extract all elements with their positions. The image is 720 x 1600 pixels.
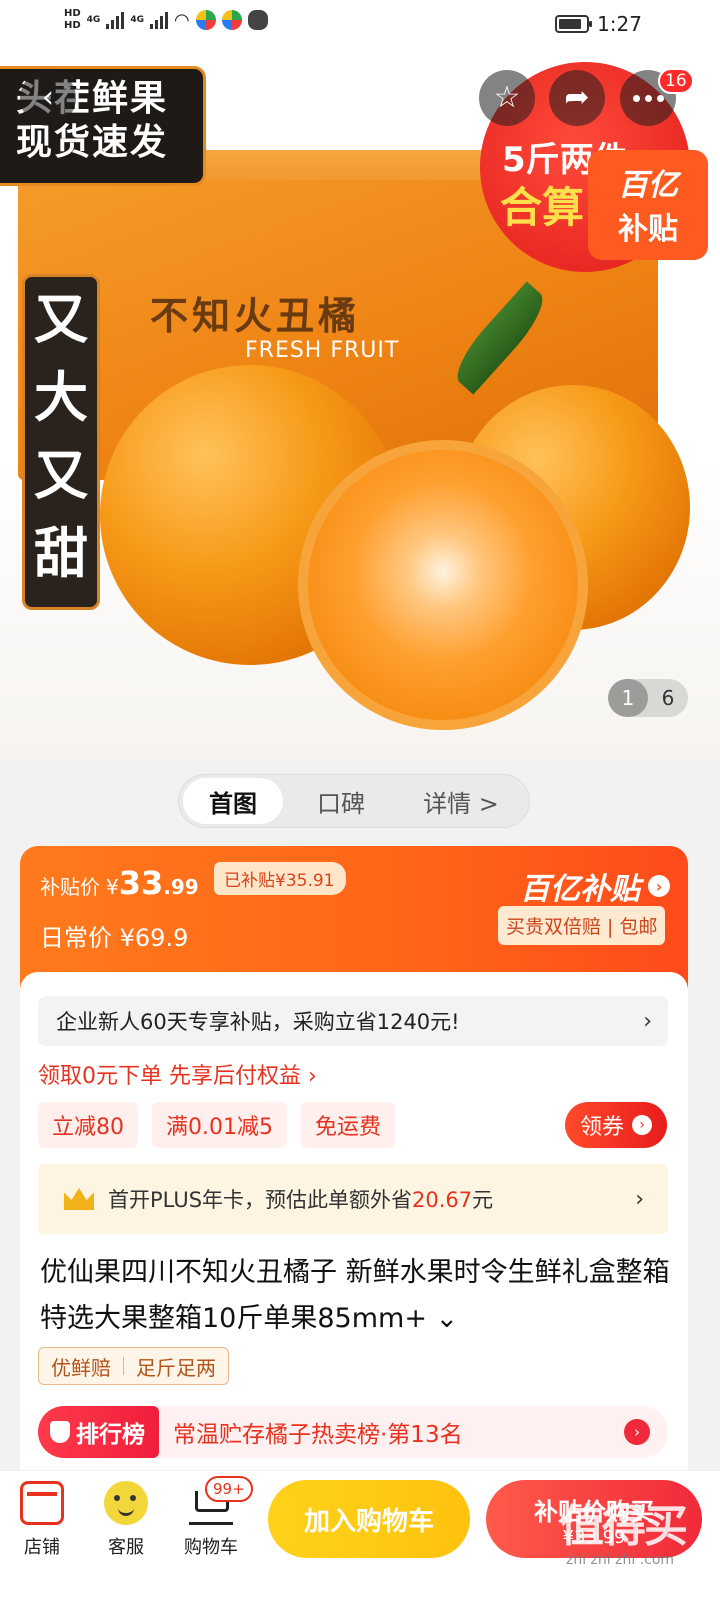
more-dots-icon <box>632 94 664 102</box>
coupon-tag[interactable]: 立减80 <box>38 1102 138 1148</box>
plus-saving-amount: 20.67 <box>412 1188 473 1212</box>
coupon-tag[interactable]: 免运费 <box>300 1102 395 1148</box>
subsidy-brand-label: 百亿补贴 <box>520 872 640 907</box>
store-icon <box>20 1481 64 1525</box>
subsidy-price-integer: 33 <box>118 864 164 902</box>
wifi-icon: ◠ <box>173 9 190 31</box>
daily-price-label: 日常价 <box>40 924 112 952</box>
chevron-right-icon: › <box>635 1186 644 1212</box>
wechat-icon <box>247 10 268 30</box>
app-notification-icon <box>195 10 216 30</box>
star-icon: ☆ <box>493 80 521 115</box>
share-button[interactable]: ➦ <box>549 70 605 126</box>
claim-coupon-label: 领券 <box>579 1115 624 1140</box>
network-type-label: 4G <box>130 15 144 25</box>
back-button[interactable]: ‹ <box>20 70 76 126</box>
vertical-char: 甜 <box>34 522 88 585</box>
customer-service-icon <box>104 1481 148 1525</box>
hd-indicators: HD HD <box>64 8 81 32</box>
feature-tag: 足斤足两 <box>136 1355 216 1380</box>
claim-coupon-button[interactable]: 领券 › <box>565 1102 667 1148</box>
cart-count-badge: 99+ <box>205 1476 253 1502</box>
chevron-right-icon: › <box>643 1008 652 1034</box>
daily-price-row: 日常价 ¥69.9 <box>40 918 188 953</box>
status-left: HD HD 4G 4G ◠ <box>64 8 268 32</box>
status-right: 1:27 <box>555 12 642 36</box>
plus-text-prefix: 首开PLUS年卡，预估此单额外省 <box>108 1188 413 1212</box>
store-label: 店铺 <box>24 1537 60 1558</box>
trophy-icon <box>50 1421 70 1443</box>
add-to-cart-button[interactable]: 加入购物车 <box>268 1480 470 1558</box>
box-subtitle: FRESH FRUIT <box>245 338 400 363</box>
cart-label: 购物车 <box>184 1537 238 1558</box>
battery-level <box>559 19 582 29</box>
chevron-right-icon: › <box>648 875 670 897</box>
customer-service-button[interactable]: 客服 <box>86 1481 166 1559</box>
product-title[interactable]: 优仙果四川不知火丑橘子 新鲜水果时令生鲜礼盒整箱 特选大果整箱10斤单果85mm… <box>40 1250 670 1342</box>
signal-icon <box>106 11 125 29</box>
clock: 1:27 <box>597 12 642 36</box>
coupon-list: 立减80 满0.01减5 免运费 <box>38 1102 395 1148</box>
plus-text-suffix: 元 <box>472 1188 494 1212</box>
hd-label: HD <box>64 20 81 31</box>
subsidy-price-label: 补贴价 <box>40 875 100 899</box>
pager-current: 1 <box>608 679 648 717</box>
subsidy-tag-line2: 补贴 <box>618 212 678 247</box>
subsidy-price-row: 补贴价 ¥ 33 .99 <box>40 864 199 902</box>
pay-later-link[interactable]: 领取0元下单 先享后付权益 › <box>38 1058 317 1090</box>
chevron-right-icon: › <box>632 1115 652 1135</box>
customer-service-label: 客服 <box>108 1537 144 1558</box>
feature-tags[interactable]: 优鲜赔 足斤足两 <box>38 1347 229 1385</box>
app-notification-icon <box>221 10 242 30</box>
vertical-char: 大 <box>34 366 88 429</box>
tab-details[interactable]: 详情 > <box>399 778 523 824</box>
image-pager: 1 6 <box>608 679 688 717</box>
subsidy-tag-line1: 百亿 <box>618 168 678 203</box>
feature-tag: 优鲜赔 <box>51 1355 111 1380</box>
ranking-bar[interactable]: 排行榜 常温贮存橘子热卖榜·第13名 › <box>38 1406 668 1458</box>
battery-icon <box>555 15 593 33</box>
promo-badge-vertical: 又 大 又 甜 <box>22 274 100 610</box>
daily-price: ¥69.9 <box>119 924 189 952</box>
halved-orange <box>298 440 588 730</box>
hd-label: HD <box>64 8 81 19</box>
promo-badge-line2: 现货速发 <box>16 122 169 163</box>
section-tabs: 首图 口碑 详情 > <box>178 774 530 828</box>
plus-membership-bar[interactable]: 首开PLUS年卡，预估此单额外省20.67元 › <box>38 1164 668 1234</box>
promo-circle-line2: 合算 <box>500 183 585 232</box>
network-type-label: 4G <box>86 15 101 25</box>
crown-icon <box>64 1188 94 1210</box>
ranking-text: 常温贮存橘子热卖榜·第13名 <box>173 1422 463 1448</box>
plus-membership-text: 首开PLUS年卡，预估此单额外省20.67元 <box>108 1184 635 1214</box>
tab-main-image[interactable]: 首图 <box>183 778 283 824</box>
subsidized-amount-badge: 已补贴¥35.91 <box>214 862 347 895</box>
status-bar: HD HD 4G 4G ◠ 1:27 <box>0 0 720 50</box>
subsidy-tag: 百亿 补贴 <box>588 150 708 260</box>
vertical-char: 又 <box>34 444 88 507</box>
ranking-badge-label: 排行榜 <box>76 1422 145 1448</box>
signal-icon <box>149 11 168 29</box>
enterprise-subsidy-bar[interactable]: 企业新人60天专享补贴，采购立省1240元! › <box>38 996 668 1046</box>
site-watermark-url: zhi zhi zhi .com <box>566 1552 675 1568</box>
enterprise-subsidy-text: 企业新人60天专享补贴，采购立省1240元! <box>56 1010 460 1034</box>
notification-count-badge: 16 <box>658 68 694 94</box>
store-button[interactable]: 店铺 <box>2 1481 82 1559</box>
chevron-right-icon: › <box>624 1419 650 1445</box>
tab-reviews[interactable]: 口碑 <box>283 778 399 824</box>
currency-symbol: ¥ <box>106 875 119 899</box>
box-product-name: 不知火丑橘 <box>150 293 361 338</box>
chevron-left-icon: ‹ <box>42 80 54 115</box>
coupon-tag[interactable]: 满0.01减5 <box>152 1102 287 1148</box>
product-info-card: 企业新人60天专享补贴，采购立省1240元! › 领取0元下单 先享后付权益 ›… <box>20 972 688 1470</box>
subsidy-price-decimal: .99 <box>163 875 199 899</box>
guarantee-badge: 买贵双倍赔 | 包邮 <box>498 906 666 945</box>
subsidy-brand-link[interactable]: 百亿补贴 › <box>520 864 670 908</box>
ranking-badge: 排行榜 <box>38 1406 159 1458</box>
vertical-char: 又 <box>34 288 88 351</box>
share-icon: ➦ <box>564 80 590 115</box>
product-image-carousel[interactable]: 不知火丑橘 FRESH FRUIT 头茬鲜果 现货速发 又 大 又 甜 5斤两件… <box>0 0 720 758</box>
favorite-button[interactable]: ☆ <box>479 70 535 126</box>
pager-total: 6 <box>661 686 675 710</box>
site-watermark: 值得买 <box>560 1501 688 1552</box>
